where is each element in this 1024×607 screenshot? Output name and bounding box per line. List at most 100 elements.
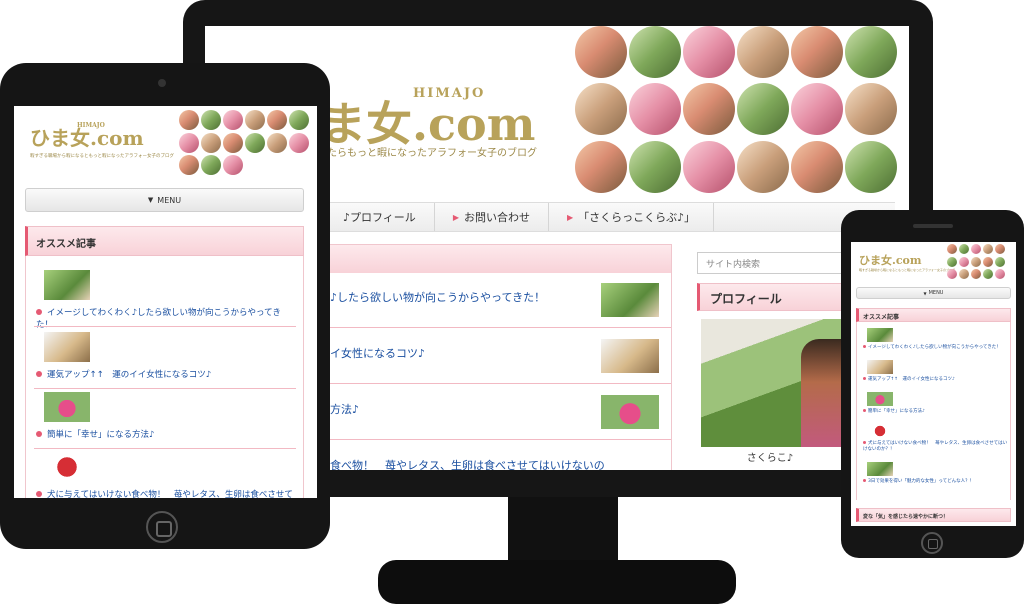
collage-photo <box>791 26 843 78</box>
profile-person <box>801 339 841 447</box>
monitor-stand-neck <box>508 497 618 565</box>
collage-photo <box>179 155 199 176</box>
tablet-screen: ひま女.com HIMAJO 暇すぎる職場から暇になるともっと暇になったアラフォ… <box>14 106 317 498</box>
post-row[interactable]: 方法♪ <box>326 385 671 440</box>
bullet-icon <box>863 409 866 412</box>
phone-screen: ひま女.com 暇すぎる職場から暇になるともっと暇になったアラフォー女子のブログ… <box>851 242 1016 526</box>
post-thumbnail[interactable] <box>44 332 90 362</box>
collage-photo <box>267 132 287 153</box>
collage-photo <box>223 110 243 130</box>
collage-photo <box>959 244 969 254</box>
menu-button[interactable]: ▼ MENU <box>856 287 1011 299</box>
menu-button[interactable]: ▼ MENU <box>25 188 304 212</box>
collage-photo <box>845 26 897 78</box>
tablet-frame: ひま女.com HIMAJO 暇すぎる職場から暇になるともっと暇になったアラフォ… <box>0 63 330 549</box>
post-title[interactable]: 犬に与えてはいけない食べ物！ 苺やレタス、生卵は食べさせてはいけないのか？！ <box>863 441 1008 454</box>
post-title[interactable]: ♪したら欲しい物が向こうからやってきた！ <box>330 289 545 305</box>
post-thumbnail[interactable] <box>867 360 893 374</box>
post-title-text: 運気アップ↑↑ 運のイイ女性になるコツ♪ <box>868 377 955 382</box>
post-title[interactable]: 運気アップ↑↑ 運のイイ女性になるコツ♪ <box>863 377 1008 383</box>
post-title[interactable]: 運気アップ↑↑ 運のイイ女性になるコツ♪ <box>36 370 294 382</box>
collage-photo <box>575 140 627 193</box>
post-thumbnail[interactable] <box>867 424 893 438</box>
collage-photo <box>683 140 735 193</box>
post-thumbnail[interactable] <box>867 462 893 476</box>
next-post-banner[interactable]: 変な「気」を感じたら速やかに断つ！ <box>856 508 1011 522</box>
phone-home-button[interactable] <box>921 532 943 554</box>
collage-photo <box>737 26 789 78</box>
collage-photo <box>575 26 627 78</box>
post-thumbnail[interactable] <box>601 339 659 373</box>
bullet-icon <box>36 431 42 437</box>
site-tagline: 暇すぎる職場から暇になるともっと暇になったアラフォー女子のブログ <box>859 268 956 272</box>
site-logo[interactable]: ひま女.com <box>859 252 922 268</box>
post-title[interactable]: イメージしてわくわく♪したら欲しい物が向こうからやってきた！ <box>863 345 1008 351</box>
tablet-home-button[interactable] <box>146 511 178 543</box>
post-title[interactable]: イ女性になるコツ♪ <box>330 345 425 361</box>
collage-photo <box>947 269 957 280</box>
phone-speaker <box>913 224 953 228</box>
post-thumbnail[interactable] <box>44 452 90 482</box>
profile-heading: プロフィール <box>697 283 843 311</box>
post-row[interactable]: イ女性になるコツ♪ <box>326 329 671 384</box>
collage-photo <box>289 110 309 130</box>
collage-photo <box>971 256 981 267</box>
nav-item-label: ♪プロフィール <box>343 211 416 224</box>
post-thumbnail[interactable] <box>867 392 893 406</box>
collage-photo <box>267 110 287 130</box>
collage-photo <box>971 269 981 280</box>
collage-photo <box>223 155 243 176</box>
divider <box>34 448 296 449</box>
panel-header <box>326 245 671 273</box>
post-title[interactable]: 簡単に「幸せ」になる方法♪ <box>36 430 294 442</box>
collage-photo <box>245 132 265 153</box>
profile-name: さくらこ♪ <box>746 453 794 464</box>
collage-photo <box>947 256 957 267</box>
collage-photo <box>983 256 993 267</box>
collage-photo <box>179 110 199 130</box>
nav-item-profile[interactable]: ♪プロフィール <box>325 203 435 231</box>
collage-photo <box>983 244 993 254</box>
collage-photo <box>983 269 993 280</box>
post-title[interactable]: 3日で効果を得い「魅力的な女性」ってどんな人？！ <box>863 479 1008 485</box>
post-title[interactable]: 簡単に「幸せ」になる方法♪ <box>863 409 1008 415</box>
collage-photo <box>971 244 981 254</box>
collage-photo <box>629 26 681 78</box>
collage-photo <box>737 140 789 193</box>
post-thumbnail[interactable] <box>867 328 893 342</box>
section-title: オススメ記事 <box>25 226 304 256</box>
post-thumbnail[interactable] <box>44 270 90 300</box>
collage-photo <box>201 110 221 130</box>
bullet-icon <box>863 345 866 348</box>
divider <box>34 388 296 389</box>
post-thumbnail[interactable] <box>44 392 90 422</box>
collage-photo <box>179 132 199 153</box>
nav-item-contact[interactable]: ▶ お問い合わせ <box>435 203 549 231</box>
collage-photo <box>289 132 309 153</box>
recommended-list: イメージしてわくわく♪したら欲しい物が向こうからやってきた！ 運気アップ↑↑ 運… <box>856 322 1011 500</box>
post-title[interactable]: 食べ物！ 苺やレタス、生卵は食べさせてはいけないの <box>330 457 605 470</box>
post-title[interactable]: 方法♪ <box>330 401 359 417</box>
collage-photo <box>845 140 897 193</box>
bullet-icon <box>36 371 42 377</box>
collage-photo <box>683 26 735 78</box>
collage-photo <box>201 132 221 153</box>
nav-item-sakurakko-club[interactable]: ▶ 「さくらっこくらぶ♪」 <box>549 203 715 231</box>
site-search-input[interactable]: サイト内検索 <box>697 252 843 274</box>
post-title[interactable]: 犬に与えてはいけない食べ物！ 苺やレタス、生卵は食べさせてはいけないのか？！ <box>36 490 294 498</box>
post-row[interactable]: ♪したら欲しい物が向こうからやってきた！ <box>326 273 671 328</box>
post-thumbnail[interactable] <box>601 395 659 429</box>
header-photo-collage <box>947 244 1015 280</box>
post-thumbnail[interactable] <box>601 283 659 317</box>
collage-photo <box>959 256 969 267</box>
collage-photo <box>791 140 843 193</box>
section-title: オススメ記事 <box>856 308 1011 322</box>
bullet-icon <box>863 441 866 444</box>
collage-photo <box>791 83 843 136</box>
smartphone-frame: ひま女.com 暇すぎる職場から暇になるともっと暇になったアラフォー女子のブログ… <box>841 210 1024 558</box>
bullet-icon <box>36 491 42 497</box>
post-row[interactable]: 食べ物！ 苺やレタス、生卵は食べさせてはいけないの <box>326 441 671 470</box>
bullet-icon <box>863 377 866 380</box>
collage-photo <box>959 269 969 280</box>
post-title[interactable]: イメージしてわくわく♪したら欲しい物が向こうからやってきた！ <box>36 308 294 332</box>
